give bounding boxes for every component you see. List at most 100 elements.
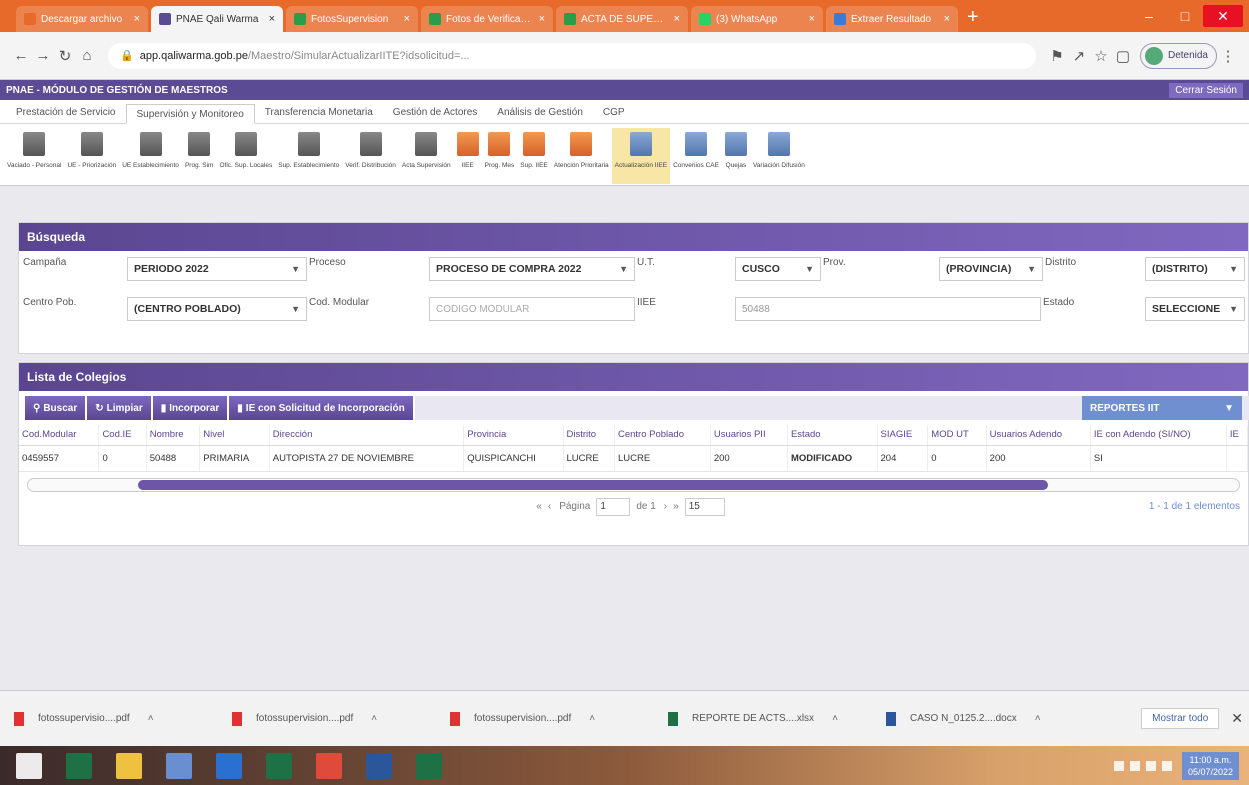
menu-tab[interactable]: Gestión de Actores	[383, 103, 488, 123]
close-tab-icon[interactable]: ×	[134, 13, 140, 25]
tray-icon[interactable]	[1113, 760, 1124, 771]
url-field[interactable]: 🔒 app.qaliwarma.gob.pe /Maestro/SimularA…	[108, 42, 1036, 69]
chevron-up-icon[interactable]: ˄	[832, 713, 838, 724]
chrome-icon[interactable]	[316, 752, 342, 779]
column-header[interactable]: Usuarios PII	[710, 425, 788, 446]
download-item[interactable]: fotossupervision....pdf ˄	[450, 711, 650, 726]
centro-select[interactable]: (CENTRO POBLADO) ▼	[127, 297, 307, 321]
network-icon[interactable]	[1129, 760, 1140, 771]
toolbar-item[interactable]: Quejas	[722, 128, 750, 184]
translate-icon[interactable]: ⚑	[1046, 47, 1068, 65]
back-icon[interactable]: ←	[10, 47, 32, 64]
column-header[interactable]: Cod.Modular	[19, 425, 100, 446]
word-icon[interactable]	[366, 752, 392, 779]
close-tab-icon[interactable]: ×	[404, 13, 410, 25]
toolbar-item[interactable]: Variación Difusión	[750, 128, 808, 184]
download-item[interactable]: fotossupervisio....pdf ˄	[14, 711, 214, 726]
column-header[interactable]: Provincia	[463, 425, 564, 446]
reports-dropdown[interactable]: REPORTES IIT ▼	[1082, 396, 1242, 420]
column-header[interactable]: Nombre	[146, 425, 201, 446]
volume-icon[interactable]	[1145, 760, 1156, 771]
browser-tab[interactable]: (3) WhatsApp ×	[691, 6, 823, 32]
distrito-select[interactable]: (DISTRITO) ▼	[1145, 257, 1245, 281]
menu-tab[interactable]: Prestación de Servicio	[6, 103, 126, 123]
toolbar-item[interactable]: Ofic. Sup. Locales	[216, 128, 275, 184]
clock[interactable]: 11:00 a.m. 05/07/2022	[1181, 751, 1239, 780]
close-tab-icon[interactable]: ×	[809, 13, 815, 25]
column-header[interactable]: Nivel	[199, 425, 270, 446]
logout-button[interactable]: Cerrar Sesión	[1169, 82, 1243, 98]
column-header[interactable]: SIAGIE	[877, 425, 929, 446]
first-page-icon[interactable]: «	[536, 501, 542, 512]
new-tab-button[interactable]: +	[967, 6, 979, 29]
column-header[interactable]: Usuarios Adendo	[986, 425, 1091, 446]
sidepanel-icon[interactable]: ▢	[1112, 47, 1134, 65]
browser-tab[interactable]: Extraer Resultado ×	[826, 6, 958, 32]
menu-kebab-icon[interactable]: ⋮	[1217, 47, 1239, 65]
home-icon[interactable]: ⌂	[76, 47, 98, 64]
prev-page-icon[interactable]: ‹	[548, 501, 551, 512]
close-tab-icon[interactable]: ×	[269, 13, 275, 25]
incorporate-button[interactable]: ▮ Incorporar	[152, 396, 228, 420]
toolbar-item[interactable]: Verif. Distribución	[342, 128, 399, 184]
menu-tab[interactable]: Análisis de Gestión	[487, 103, 593, 123]
estado-select[interactable]: SELECCIONE ▼	[1145, 297, 1245, 321]
close-tab-icon[interactable]: ×	[539, 13, 545, 25]
toolbar-item[interactable]: Vaciado - Personal	[4, 128, 64, 184]
chevron-up-icon[interactable]: ˄	[589, 713, 595, 724]
download-item[interactable]: CASO N_0125.2....docx ˄	[886, 711, 1086, 726]
menu-tab[interactable]: CGP	[593, 103, 635, 123]
page-size-select[interactable]: 15	[684, 497, 725, 516]
excel-icon[interactable]	[416, 752, 442, 779]
proceso-select[interactable]: PROCESO DE COMPRA 2022 ▼	[429, 257, 635, 281]
toolbar-item[interactable]: Acta Supervisión	[399, 128, 454, 184]
start-icon[interactable]	[16, 752, 42, 779]
app-icon-2[interactable]	[166, 752, 192, 779]
close-window-icon[interactable]: ✕	[1203, 5, 1243, 27]
page-input[interactable]: 1	[596, 497, 631, 516]
toolbar-item[interactable]: Convenios CAE	[670, 128, 722, 184]
settings-icon[interactable]	[216, 752, 242, 779]
column-header[interactable]: Dirección	[269, 425, 465, 446]
menu-tab[interactable]: Transferencia Monetaria	[255, 103, 383, 123]
show-all-button[interactable]: Mostrar todo	[1141, 708, 1220, 729]
chevron-up-icon[interactable]: ˄	[148, 713, 154, 724]
campana-select[interactable]: PERIODO 2022 ▼	[127, 257, 307, 281]
toolbar-item[interactable]: Sup. Establecimiento	[275, 128, 342, 184]
profile-button[interactable]: Detenida	[1139, 42, 1217, 69]
browser-tab[interactable]: PNAE Qali Warma ×	[151, 6, 283, 32]
app-icon-1[interactable]	[66, 752, 92, 779]
scrollbar-thumb[interactable]	[138, 479, 1048, 490]
horizontal-scrollbar[interactable]	[27, 477, 1240, 492]
download-item[interactable]: fotossupervision....pdf ˄	[232, 711, 432, 726]
toolbar-item[interactable]: Sup. IIEE	[517, 128, 550, 184]
browser-tab[interactable]: Descargar archivo ×	[16, 6, 148, 32]
battery-icon[interactable]	[1161, 760, 1172, 771]
share-icon[interactable]: ↗	[1068, 47, 1090, 65]
close-downloads-icon[interactable]: ✕	[1231, 710, 1243, 727]
iiee-input[interactable]: 50488	[735, 297, 1041, 321]
cod-modular-input[interactable]: CODIGO MODULAR	[429, 297, 635, 321]
search-button[interactable]: ⚲ Buscar	[25, 396, 86, 420]
browser-tab[interactable]: ACTA DE SUPERVISIÓN ×	[556, 6, 688, 32]
minimize-icon[interactable]: –	[1131, 8, 1167, 24]
toolbar-item[interactable]: Actualización IIEE	[611, 128, 671, 184]
bookmark-star-icon[interactable]: ☆	[1090, 47, 1112, 65]
close-tab-icon[interactable]: ×	[944, 13, 950, 25]
clear-button[interactable]: ↻ Limpiar	[87, 396, 151, 420]
column-header[interactable]: Estado	[787, 425, 878, 446]
ut-select[interactable]: CUSCO ▼	[735, 257, 821, 281]
file-explorer-icon[interactable]	[116, 752, 142, 779]
next-page-icon[interactable]: ›	[664, 501, 667, 512]
toolbar-item[interactable]: UE Establecimiento	[119, 128, 182, 184]
chevron-up-icon[interactable]: ˄	[371, 713, 377, 724]
ie-request-button[interactable]: ▮ IE con Solicitud de Incorporación	[229, 396, 413, 420]
column-header[interactable]: IE	[1226, 425, 1249, 446]
app-icon-3[interactable]	[266, 752, 292, 779]
reload-icon[interactable]: ↻	[54, 47, 76, 65]
last-page-icon[interactable]: »	[673, 501, 679, 512]
maximize-icon[interactable]: □	[1167, 8, 1203, 24]
toolbar-item[interactable]: Atención Prioritaria	[551, 128, 612, 184]
browser-tab[interactable]: FotosSupervision ×	[286, 6, 418, 32]
prov-select[interactable]: (PROVINCIA) ▼	[939, 257, 1043, 281]
